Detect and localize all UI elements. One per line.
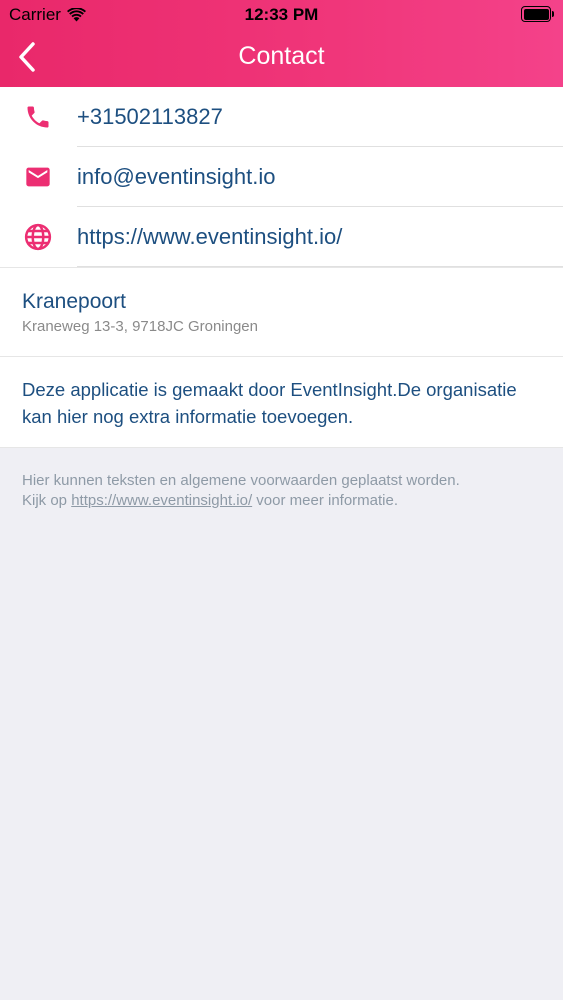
status-time: 12:33 PM — [244, 5, 319, 24]
website-url: https://www.eventinsight.io/ — [77, 207, 563, 267]
email-address: info@eventinsight.io — [77, 147, 563, 207]
phone-icon — [22, 103, 54, 131]
contact-row-email[interactable]: info@eventinsight.io — [0, 147, 563, 207]
contact-list: +31502113827 info@eventinsight.io https:… — [0, 87, 563, 267]
footer-line-1: Hier kunnen teksten en algemene voorwaar… — [22, 472, 460, 489]
app-header: Carrier 12:33 PM Contact — [0, 0, 563, 87]
about-text: Deze applicatie is gemaakt door EventIns… — [22, 379, 517, 427]
footer-prefix: Kijk op — [22, 492, 72, 509]
footer-terms: Hier kunnen teksten en algemene voorwaar… — [22, 471, 542, 511]
contact-row-phone[interactable]: +31502113827 — [0, 87, 563, 147]
footer-suffix: voor meer informatie. — [252, 492, 399, 509]
about-section: Deze applicatie is gemaakt door EventIns… — [0, 357, 563, 448]
globe-icon — [22, 223, 54, 251]
battery-icon — [521, 6, 554, 22]
footer-link[interactable]: https://www.eventinsight.io/ — [71, 492, 252, 509]
footer-line-2: Kijk op https://www.eventinsight.io/ voo… — [22, 491, 542, 511]
address-block[interactable]: Kranepoort Kraneweg 13-3, 9718JC Groning… — [0, 267, 563, 357]
contact-row-website[interactable]: https://www.eventinsight.io/ — [0, 207, 563, 267]
phone-number: +31502113827 — [77, 87, 563, 147]
status-bar: Carrier 12:33 PM — [0, 0, 563, 30]
page-title: Contact — [238, 42, 325, 70]
venue-name: Kranepoort — [22, 290, 126, 313]
venue-address: Kraneweg 13-3, 9718JC Groningen — [22, 318, 258, 335]
email-icon — [22, 163, 54, 191]
